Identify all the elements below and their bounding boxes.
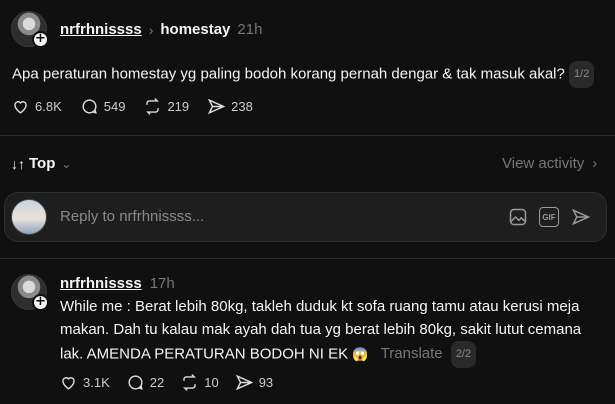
- scream-emoji: 😱: [352, 346, 369, 362]
- post-time: 21h: [237, 21, 263, 38]
- post-username[interactable]: nrfrhnissss: [60, 21, 142, 38]
- sort-icon: ↓↑: [11, 155, 25, 172]
- sort-dropdown[interactable]: ↓↑ Top ⌄: [11, 155, 71, 172]
- reply-line-3: lak. AMENDA PERATURAN BODOH NI EK 😱 Tran…: [60, 341, 581, 368]
- follow-plus-icon[interactable]: +: [32, 294, 49, 311]
- comment-count: 22: [149, 375, 165, 390]
- reply-time: 17h: [149, 275, 175, 292]
- share-button[interactable]: 238: [207, 97, 253, 116]
- comment-button[interactable]: 549: [80, 97, 126, 116]
- share-button[interactable]: 93: [235, 373, 273, 392]
- share-count: 93: [258, 375, 274, 390]
- reply-header: nrfrhnissss 17h: [60, 275, 175, 292]
- divider: [0, 135, 615, 136]
- gif-label: GIF: [542, 212, 556, 222]
- chevron-down-icon: ⌄: [61, 156, 72, 171]
- repost-icon: [146, 98, 160, 115]
- heart-icon: [14, 101, 27, 114]
- reply-input[interactable]: Reply to nrfrhnissss...: [60, 208, 204, 225]
- reply-username[interactable]: nrfrhnissss: [60, 275, 142, 292]
- gif-button[interactable]: GIF: [539, 207, 559, 227]
- repost-button[interactable]: 219: [143, 97, 189, 116]
- post-topic[interactable]: homestay: [160, 21, 230, 38]
- post-actions: 6.8K 549 219 238: [11, 97, 253, 116]
- my-avatar: [11, 199, 47, 235]
- repost-count: 10: [204, 375, 219, 390]
- send-icon: [208, 98, 226, 115]
- image-button[interactable]: [508, 207, 528, 231]
- send-icon: [235, 374, 254, 391]
- reply-actions: 3.1K 22 10 93: [59, 373, 273, 392]
- reply-line: makan. Dah tu kalau mak ayah dah tua yg …: [60, 321, 582, 338]
- post-text-container: Apa peraturan homestay yg paling bodoh k…: [12, 61, 595, 88]
- reply-text: While me : Berat lebih 80kg, takleh dudu…: [60, 295, 581, 368]
- translate-link[interactable]: Translate: [381, 345, 443, 362]
- view-activity-link[interactable]: View activity ›: [502, 155, 597, 172]
- repost-button[interactable]: 10: [180, 373, 219, 392]
- share-count: 238: [231, 99, 253, 114]
- sort-label: Top: [29, 155, 56, 172]
- send-icon: [571, 208, 591, 226]
- comment-count: 549: [103, 99, 126, 114]
- comment-button[interactable]: 22: [126, 373, 164, 392]
- like-count: 6.8K: [35, 99, 62, 114]
- comment-icon: [128, 375, 143, 390]
- post-header: nrfrhnissss › homestay 21h: [60, 21, 262, 38]
- image-icon: [509, 208, 527, 226]
- gif-icon: GIF: [539, 207, 559, 227]
- like-count: 3.1K: [83, 375, 110, 390]
- reply-line: lak. AMENDA PERATURAN BODOH NI EK: [60, 345, 349, 363]
- heart-icon: [62, 377, 75, 390]
- repost-icon: [183, 374, 197, 391]
- comment-icon: [82, 99, 97, 114]
- chevron-right-icon: ›: [148, 21, 154, 38]
- like-button[interactable]: 6.8K: [11, 97, 62, 116]
- thread-index-badge: 1/2: [569, 61, 595, 88]
- reply-line: While me : Berat lebih 80kg, takleh dudu…: [60, 298, 580, 315]
- repost-count: 219: [167, 99, 190, 114]
- like-button[interactable]: 3.1K: [59, 373, 110, 392]
- post-text: Apa peraturan homestay yg paling bodoh k…: [12, 65, 565, 83]
- thread-index-badge: 2/2: [450, 341, 477, 368]
- send-reply-button[interactable]: [571, 207, 591, 231]
- view-activity-label: View activity: [502, 155, 585, 172]
- follow-plus-icon[interactable]: +: [32, 31, 49, 48]
- chevron-right-icon: ›: [592, 155, 598, 172]
- divider: [0, 258, 615, 259]
